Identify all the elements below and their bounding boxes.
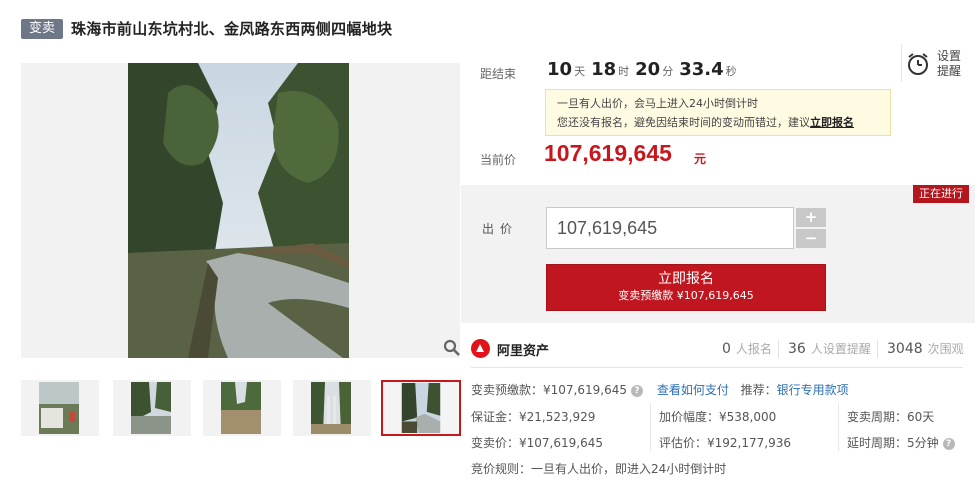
appraisal-value: 评估价：¥192,177,936 [659, 436, 791, 450]
notice-line-2: 您还没有报名，避免因结束时间的变动而错过，建议立即报名 [557, 113, 879, 132]
sale-period-value: 变卖周期：60天 [847, 410, 935, 424]
extension-period: 延时周期：5分钟? [847, 434, 955, 451]
main-image-viewer[interactable] [21, 63, 460, 358]
notice-line-1: 一旦有人出价，会马上进入24小时倒计时 [557, 97, 758, 110]
set-reminder-label: 设置提醒 [937, 49, 962, 78]
seconds-unit: 秒 [725, 65, 737, 78]
zoom-icon[interactable] [443, 339, 461, 357]
increment-value: 加价幅度：¥538,000 [659, 410, 777, 424]
countdown-hours: 18 [591, 59, 617, 80]
extension-period-value: 延时周期：5分钟 [847, 436, 939, 450]
decrease-bid-button[interactable]: − [796, 229, 826, 248]
bid-amount-input[interactable]: 107,619,645 [546, 207, 794, 249]
view-count: 3048 次围观 [887, 341, 964, 357]
recommend-label: 推荐： [740, 383, 777, 397]
hours-unit: 时 [618, 65, 630, 78]
countdown-seconds: 33.4 [679, 59, 724, 80]
bid-label: 出价 [482, 222, 519, 236]
divider [471, 367, 963, 368]
ali-assets-logo-icon [471, 339, 490, 358]
deposit-amount: 变卖预缴款：¥107,619,645 [471, 383, 627, 397]
countdown-label: 距结束 [480, 67, 517, 81]
register-button-label: 立即报名 [658, 271, 714, 287]
minutes-unit: 分 [662, 65, 674, 78]
current-price-label: 当前价 [480, 153, 517, 167]
sale-type-badge: 变卖 [21, 19, 63, 39]
countdown-days: 10 [547, 59, 573, 80]
sale-price-value: 变卖价：¥107,619,645 [471, 436, 603, 450]
register-button-deposit: 变卖预缴款 ¥107,619,645 [618, 289, 754, 302]
increase-bid-button[interactable]: + [796, 208, 826, 227]
current-price-unit: 元 [694, 152, 707, 166]
stat-divider [877, 340, 878, 358]
column-divider [838, 403, 839, 451]
column-divider [650, 403, 651, 451]
register-button[interactable]: 立即报名 变卖预缴款 ¥107,619,645 [546, 264, 826, 311]
thumbnail-strip [21, 380, 461, 436]
registered-count: 0 人报名 [722, 341, 772, 357]
main-photo[interactable] [128, 63, 349, 358]
status-badge: 正在进行 [913, 185, 969, 203]
days-unit: 天 [574, 65, 586, 78]
help-icon[interactable]: ? [630, 384, 643, 397]
thumbnail-1[interactable] [21, 380, 99, 436]
bank-payment-link[interactable]: 银行专用款项 [777, 383, 849, 397]
how-to-pay-link[interactable]: 查看如何支付 [657, 383, 729, 397]
notice-line-2-text: 您还没有报名，避免因结束时间的变动而错过，建议 [557, 116, 810, 129]
stat-divider [778, 340, 779, 358]
countdown: 距结束 10 天 18 时 20 分 33.4 秒 [480, 57, 900, 85]
page-title: 珠海市前山东坑村北、金凤路东西两侧四幅地块 [71, 20, 393, 38]
deposit-row: 变卖预缴款：¥107,619,645? 查看如何支付 推荐：银行专用款项 [471, 381, 849, 398]
register-now-link[interactable]: 立即报名 [810, 116, 854, 129]
title-bar: 变卖 珠海市前山东坑村北、金凤路东西两侧四幅地块 [0, 0, 975, 62]
thumbnail-2[interactable] [113, 380, 191, 436]
countdown-values: 10 天 18 时 20 分 33.4 秒 [547, 59, 743, 80]
margin-value: 保证金：¥21,523,929 [471, 410, 596, 424]
bidding-rule: 竞价规则：一旦有人出价，即进入24小时倒计时 [471, 462, 727, 476]
thumbnail-5-selected[interactable] [381, 380, 461, 436]
current-price-value: 107,619,645 [544, 140, 672, 166]
set-reminder-button[interactable]: 设置提醒 [906, 48, 966, 80]
thumbnail-3[interactable] [203, 380, 281, 436]
remind-divider [901, 44, 902, 82]
ali-assets-name: 阿里资产 [497, 344, 550, 359]
reminder-count: 36 人设置提醒 [788, 341, 871, 357]
bid-notice: 一旦有人出价，会马上进入24小时倒计时 您还没有报名，避免因结束时间的变动而错过… [545, 89, 891, 136]
help-icon[interactable]: ? [942, 437, 955, 450]
alarm-clock-icon [908, 53, 928, 75]
thumbnail-4[interactable] [293, 380, 371, 436]
countdown-minutes: 20 [635, 59, 661, 80]
